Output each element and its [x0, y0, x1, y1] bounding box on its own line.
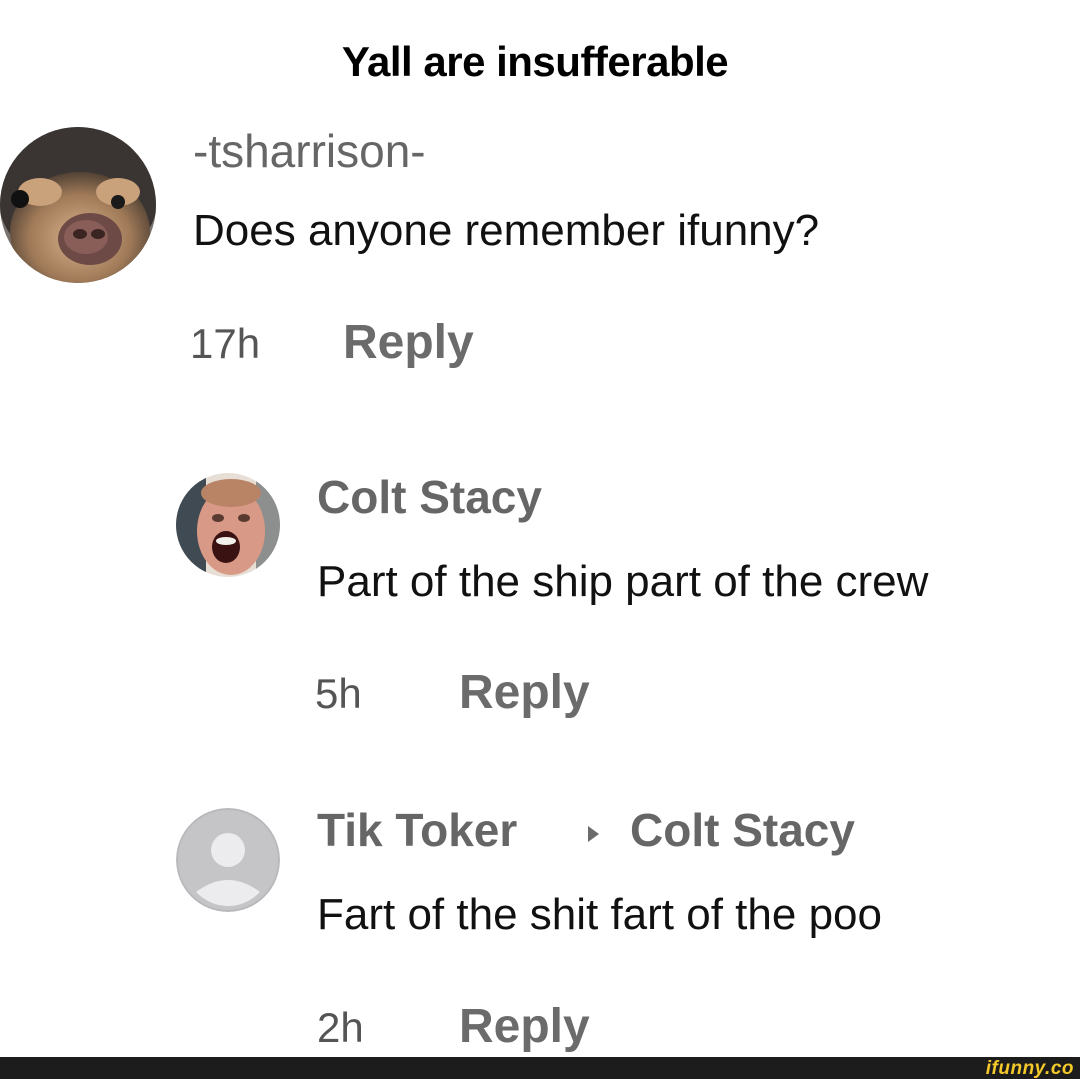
- reply-button[interactable]: Reply: [459, 665, 590, 720]
- man-avatar-icon[interactable]: [176, 473, 280, 577]
- comment-thread-screenshot: Yall are insufferable -tsharrison- Does …: [0, 0, 1080, 1079]
- reply-to-name[interactable]: Colt Stacy: [630, 803, 855, 857]
- post-title: Yall are insufferable: [341, 38, 729, 85]
- comment-text: Part of the ship part of the crew: [317, 557, 929, 606]
- comment-author-name[interactable]: Colt Stacy: [317, 470, 542, 524]
- dog-avatar-icon[interactable]: [0, 127, 156, 283]
- reply-arrow-icon: [588, 826, 599, 842]
- comment-text: Does anyone remember ifunny?: [193, 206, 820, 255]
- ifunny-watermark: ifunny.co: [985, 1058, 1074, 1079]
- comment-timestamp: 2h: [317, 1004, 364, 1051]
- reply-button[interactable]: Reply: [343, 315, 474, 370]
- comment-author-name[interactable]: Tik Toker: [317, 803, 517, 857]
- comment-timestamp: 5h: [315, 670, 362, 717]
- comment-timestamp: 17h: [190, 320, 261, 367]
- default-user-avatar-icon[interactable]: [176, 808, 280, 912]
- reply-button[interactable]: Reply: [459, 999, 590, 1054]
- footer-bar: [0, 1057, 1080, 1079]
- comment-author-name[interactable]: -tsharrison-: [193, 124, 426, 178]
- comment-text: Fart of the shit fart of the poo: [317, 890, 882, 939]
